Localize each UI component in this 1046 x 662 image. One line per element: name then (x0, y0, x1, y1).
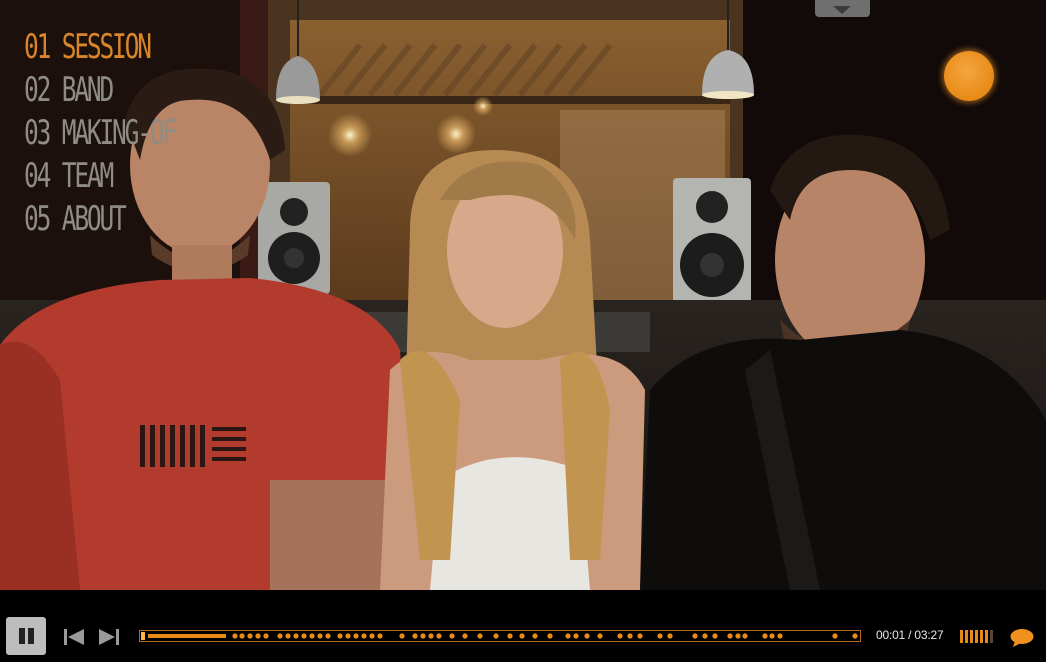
buffer-marker (277, 633, 283, 639)
buffer-marker (369, 633, 375, 639)
buffer-marker (477, 633, 483, 639)
buffer-marker (565, 633, 571, 639)
buffer-marker (832, 633, 838, 639)
buffered-segment (148, 634, 226, 638)
buffer-marker (263, 633, 269, 639)
buffer-marker (428, 633, 434, 639)
section-menu: 01 SESSION 02 BAND 03 MAKING-OF 04 TEAM … (24, 26, 234, 241)
buffer-marker (692, 633, 698, 639)
buffer-marker (353, 633, 359, 639)
buffer-marker (317, 633, 323, 639)
buffer-marker (852, 633, 858, 639)
buffer-marker (232, 633, 238, 639)
buffer-marker (449, 633, 455, 639)
buffer-marker (519, 633, 525, 639)
buffer-marker (436, 633, 442, 639)
buffer-marker (462, 633, 468, 639)
pause-icon-bar (28, 628, 34, 644)
chevron-down-icon[interactable] (815, 0, 870, 17)
volume-bar (975, 630, 978, 643)
buffer-marker (777, 633, 783, 639)
volume-bar (990, 630, 993, 643)
menu-item-team[interactable]: 04 TEAM (24, 155, 175, 198)
volume-bars-icon[interactable] (960, 630, 995, 643)
pause-button[interactable] (6, 617, 46, 655)
buffer-marker (702, 633, 708, 639)
chapter-markers (148, 633, 858, 639)
volume-bar (970, 630, 973, 643)
buffer-marker (573, 633, 579, 639)
video-frame[interactable]: 01 SESSION 02 BAND 03 MAKING-OF 04 TEAM … (0, 0, 1046, 590)
menu-item-making-of[interactable]: 03 MAKING-OF (24, 112, 177, 155)
buffer-marker (727, 633, 733, 639)
buffer-marker (325, 633, 331, 639)
menu-item-about[interactable]: 05 ABOUT (24, 198, 175, 241)
buffer-marker (239, 633, 245, 639)
volume-bar (980, 630, 983, 643)
buffer-marker (507, 633, 513, 639)
menu-item-band[interactable]: 02 BAND (24, 69, 175, 112)
buffer-marker (361, 633, 367, 639)
menu-item-session[interactable]: 01 SESSION (24, 26, 175, 69)
buffer-marker (412, 633, 418, 639)
buffer-marker (493, 633, 499, 639)
time-display: 00:01 / 03:27 (876, 628, 944, 642)
buffer-marker (309, 633, 315, 639)
buffer-marker (617, 633, 623, 639)
buffer-marker (742, 633, 748, 639)
buffer-marker (301, 633, 307, 639)
buffer-marker (345, 633, 351, 639)
orange-dot-button[interactable] (944, 51, 994, 101)
buffer-marker (532, 633, 538, 639)
playhead (141, 632, 145, 640)
buffer-marker (735, 633, 741, 639)
volume-bar (965, 630, 968, 643)
buffer-marker (627, 633, 633, 639)
buffer-marker (337, 633, 343, 639)
buffer-marker (637, 633, 643, 639)
buffer-marker (769, 633, 775, 639)
progress-track (141, 632, 858, 640)
buffer-marker (667, 633, 673, 639)
buffer-marker (293, 633, 299, 639)
buffer-marker (285, 633, 291, 639)
volume-bar (960, 630, 963, 643)
buffer-marker (762, 633, 768, 639)
pause-icon (19, 628, 25, 644)
buffer-marker (584, 633, 590, 639)
buffer-marker (247, 633, 253, 639)
player-controls: 00:01 / 03:27 (0, 590, 1046, 662)
speech-bubble-icon[interactable] (1009, 628, 1035, 648)
skip-next-icon[interactable] (97, 628, 121, 646)
buffer-marker (547, 633, 553, 639)
buffer-marker (377, 633, 383, 639)
progress-bar[interactable] (139, 630, 861, 642)
volume-bar (985, 630, 988, 643)
buffer-marker (399, 633, 405, 639)
buffer-marker (255, 633, 261, 639)
skip-previous-icon[interactable] (62, 628, 86, 646)
buffer-marker (597, 633, 603, 639)
buffer-marker (420, 633, 426, 639)
buffer-marker (712, 633, 718, 639)
buffer-marker (657, 633, 663, 639)
